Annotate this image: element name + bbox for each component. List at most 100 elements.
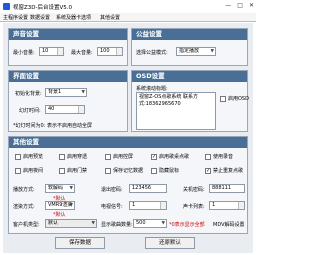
idle-field[interactable]: 40 (45, 105, 85, 114)
ad-mode-value: 指定播放 (179, 48, 200, 54)
row1-checkbox-label: 启用预览 (23, 154, 44, 160)
client-label: 客户机类型: (13, 222, 40, 228)
chevron-down-icon: ▼ (91, 221, 95, 226)
row2-checkbox-label: 启用夜间 (23, 168, 44, 174)
client-value: 默认 (48, 220, 59, 226)
row2-checkbox-0[interactable]: 启用夜间 (15, 167, 43, 174)
ad-panel: 公益设置 选择公益模式: 指定播放 ▼ (131, 28, 248, 66)
row1-checkbox-3[interactable]: ✓ 启用歌桌点歌 (151, 153, 189, 160)
ad-header: 公益设置 (132, 29, 247, 40)
row1-checkbox-label: 启用穿透 (67, 154, 88, 160)
row1-checkbox-2[interactable]: 启用控屏 (105, 153, 133, 160)
app-icon (3, 3, 10, 10)
close-button[interactable]: ✕ (249, 2, 254, 9)
code-label: 退出密码: (101, 187, 123, 193)
render-label: 渲染方式: (13, 204, 35, 210)
row2-checkbox-1[interactable]: 启用门禁 (59, 167, 87, 174)
min-volume-label: 最小音量: (13, 50, 35, 56)
channel-label: 声卡列表: (183, 204, 205, 210)
row2-checkbox-4[interactable]: ✓ 禁止重复点歌 (205, 167, 243, 174)
row2-checkbox-label: 隐藏鼠标 (159, 168, 180, 174)
limit-note: *0表示显示全部 (169, 222, 205, 228)
chevron-down-icon: ▼ (210, 49, 214, 54)
enable-osd-checkbox[interactable]: 启用OSD (220, 95, 249, 102)
screen-panel: 界面设置 初始化背景: 背景1 ▼ 幻灯时间: 40 *幻灯时间为0: 表示不启… (8, 70, 128, 132)
dev-field[interactable]: 888111 (209, 184, 245, 193)
checkbox-box (59, 153, 65, 160)
checkbox-box (15, 153, 21, 160)
render-note: *默认 (53, 212, 66, 218)
limit-label: 显示歌曲数量: (101, 222, 133, 228)
row2-checkbox-label: 启用门禁 (67, 168, 88, 174)
tab-system[interactable]: 系统及器卡选项 (56, 14, 91, 21)
row1-checkbox-4[interactable]: 使用录音 (205, 153, 233, 160)
checkmark-icon: ✓ (205, 167, 211, 174)
chevron-down-icon: ▼ (69, 203, 73, 208)
checkmark-icon: ✓ (151, 153, 157, 160)
window-title: 视窗Z3D-后台设置V5.0 (13, 4, 72, 11)
row2-checkbox-label: 禁止重复点歌 (213, 168, 244, 174)
tv-field[interactable]: 1 (129, 201, 167, 210)
checkbox-box (205, 153, 211, 160)
tab-other[interactable]: 其他设置 (100, 14, 120, 21)
chevron-down-icon: ▼ (81, 90, 85, 95)
checkbox-box (105, 153, 111, 160)
title-bar: 视窗Z3D-后台设置V5.0 — □ ✕ (0, 0, 256, 13)
mdv-link[interactable]: MDV解码设置 (213, 221, 245, 228)
chevron-down-icon: ▼ (69, 186, 73, 191)
checkbox-box (105, 167, 111, 174)
row2-checkbox-3[interactable]: 隐藏鼠标 (151, 167, 179, 174)
ad-mode-select[interactable]: 指定播放 ▼ (176, 47, 216, 56)
bg-select[interactable]: 背景1 ▼ (45, 88, 87, 97)
osd-header: OSD设置 (132, 71, 247, 82)
osd-panel: OSD设置 系统滚动标题: 视窗Z-OS点歌系统 联系方式:1836296567… (131, 70, 249, 132)
row1-checkbox-1[interactable]: 启用穿透 (59, 153, 87, 160)
checkbox-box (151, 167, 157, 174)
checkbox-box (15, 167, 21, 174)
bg-value: 背景1 (48, 89, 62, 95)
row1-checkbox-label: 启用歌桌点歌 (159, 154, 190, 160)
render-select[interactable]: VMR9渲染 ▼ (45, 201, 75, 210)
save-button[interactable]: 保存数据 (55, 237, 105, 249)
tv-label: 电视信号: (101, 204, 123, 210)
restore-default-button[interactable]: 还原默认 (145, 237, 195, 249)
max-volume-field[interactable]: 100 (97, 47, 123, 56)
play-mode-select[interactable]: 软解码 ▼ (45, 184, 75, 193)
tab-data[interactable]: 数据设置 (30, 14, 50, 21)
play-mode-label: 播放方式: (13, 187, 35, 193)
bg-label: 初始化背景: (15, 91, 42, 97)
row1-checkbox-label: 启用控屏 (113, 154, 134, 160)
enable-osd-label: 启用OSD (228, 96, 249, 102)
min-volume-field[interactable]: 10 (39, 47, 64, 56)
sound-header: 声音设置 (9, 29, 127, 40)
row1-checkbox-label: 使用录音 (213, 154, 234, 160)
ad-mode-label: 选择公益模式: (136, 50, 168, 56)
settings-content: 声音设置 最小音量: 10 最大音量: 100 公益设置 选择公益模式: 指定播… (3, 23, 253, 253)
code-field[interactable]: 123456 (129, 184, 167, 193)
screen-header: 界面设置 (9, 71, 127, 82)
tab-bar: 主程序设置 数据设置 系统及器卡选项 其他设置 (0, 13, 256, 22)
channel-field[interactable]: 1 (209, 201, 245, 210)
other-header: 其他设置 (9, 137, 247, 148)
minimize-button[interactable]: — (225, 2, 231, 9)
idle-label: 幻灯时间: (19, 108, 41, 114)
limit-select[interactable]: 500 ▼ (133, 219, 167, 228)
client-select[interactable]: 默认 ▼ (45, 219, 97, 228)
chevron-down-icon: ▼ (161, 221, 165, 226)
maximize-button[interactable]: □ (237, 2, 243, 9)
checkbox-box (220, 95, 226, 102)
idle-note: *幻灯时间为0: 表示不启用自动全屏 (13, 123, 92, 129)
scroll-label: 系统滚动标题: (136, 86, 168, 92)
row2-checkbox-2[interactable]: 保存记忆数据 (105, 167, 143, 174)
dev-label: 关机密码: (183, 187, 205, 193)
checkbox-box (59, 167, 65, 174)
row1-checkbox-0[interactable]: 启用预览 (15, 153, 43, 160)
other-panel: 其他设置 启用预览 启用穿透 启用控屏 ✓ 启用歌桌点歌 使用录音 启用夜间 启用门禁 保存记… (8, 136, 248, 234)
limit-value: 500 (136, 220, 146, 226)
max-volume-label: 最大音量: (71, 50, 93, 56)
tab-main[interactable]: 主程序设置 (3, 14, 28, 21)
play-mode-value: 软解码 (48, 185, 64, 191)
row2-checkbox-label: 保存记忆数据 (113, 168, 144, 174)
sound-panel: 声音设置 最小音量: 10 最大音量: 100 (8, 28, 128, 66)
scroll-textarea[interactable]: 视窗Z-OS点歌系统 联系方式:18362965670 (136, 92, 216, 130)
